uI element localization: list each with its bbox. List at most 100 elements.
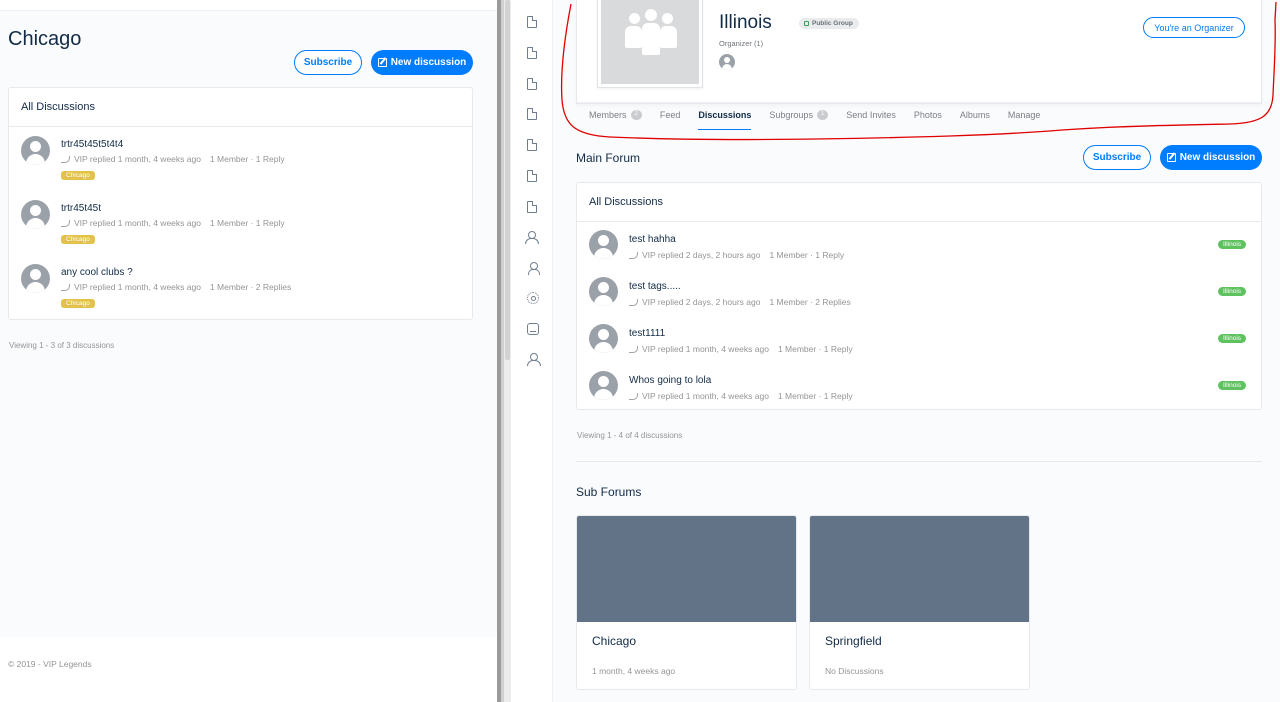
subscribe-button[interactable]: Subscribe (294, 50, 362, 75)
discussion-title[interactable]: trtr45t45t5t4t4 (61, 139, 123, 150)
left-pane: Chicago Subscribe New discussion All Dis… (0, 0, 497, 702)
document-icon[interactable] (527, 47, 537, 59)
avatar[interactable] (589, 324, 618, 353)
reply-info: VIP replied 2 days, 2 hours ago (642, 297, 761, 307)
reply-icon (61, 283, 70, 291)
user-icon[interactable] (527, 262, 540, 275)
inbox-icon[interactable] (527, 323, 539, 335)
pagination-info: Viewing 1 - 4 of 4 discussions (577, 431, 683, 440)
group-avatar[interactable] (597, 0, 703, 88)
discussion-title[interactable]: trtr45t45t (61, 203, 101, 214)
discussion-title[interactable]: test tags..... (629, 281, 681, 292)
reply-counts: 1 Member · 1 Reply (209, 154, 285, 164)
tab-subgroups[interactable]: Subgroups 1 (769, 103, 829, 130)
forum-tag[interactable]: Chicago (61, 235, 95, 244)
forum-tag[interactable]: Illinois (1218, 240, 1247, 249)
discussion-title[interactable]: any cool clubs ? (61, 267, 133, 278)
gear-icon[interactable] (527, 292, 539, 304)
reply-counts: 1 Member · 1 Reply (777, 344, 853, 354)
discussion-title[interactable]: Whos going to lola (629, 375, 711, 386)
tab-label: Members (589, 110, 627, 120)
tab-discussions[interactable]: Discussions (698, 103, 752, 130)
tab-feed[interactable]: Feed (660, 103, 681, 130)
main-forum-title: Main Forum (576, 151, 641, 165)
list-item[interactable]: trtr45t45t5t4t4 VIP replied 1 month, 4 w… (9, 127, 472, 191)
group-tabs: Members 2 Feed Discussions Subgroups 1 S… (577, 102, 1263, 130)
list-item[interactable]: Whos going to lola VIP replied 1 month, … (577, 363, 1261, 410)
list-item[interactable]: test1111 VIP replied 1 month, 4 weeks ag… (577, 316, 1261, 363)
group-people-icon (625, 7, 677, 55)
forum-tag[interactable]: Illinois (1218, 381, 1247, 390)
avatar[interactable] (21, 264, 50, 293)
new-discussion-button[interactable]: New discussion (371, 50, 473, 75)
reply-counts: 1 Member · 2 Replies (769, 297, 851, 307)
reply-counts: 1 Member · 2 Replies (209, 282, 292, 292)
organizer-button[interactable]: You're an Organizer (1143, 17, 1245, 38)
reply-info: VIP replied 1 month, 4 weeks ago (642, 344, 769, 354)
list-item[interactable]: test tags..... VIP replied 2 days, 2 hou… (577, 269, 1261, 316)
avatar[interactable] (589, 230, 618, 259)
subscribe-button[interactable]: Subscribe (1083, 145, 1151, 170)
list-item[interactable]: any cool clubs ? VIP replied 1 month, 4 … (9, 255, 472, 319)
new-discussion-button[interactable]: New discussion (1160, 145, 1262, 170)
tab-photos[interactable]: Photos (914, 103, 942, 130)
members-icon[interactable] (527, 353, 541, 366)
page-title: Chicago (8, 28, 82, 50)
reply-icon (629, 298, 638, 306)
reply-counts: 1 Member · 1 Reply (777, 391, 853, 401)
tab-count-badge: 2 (630, 110, 642, 120)
lock-icon (804, 21, 809, 26)
new-discussion-label: New discussion (390, 57, 467, 68)
forum-tag[interactable]: Illinois (1218, 334, 1247, 343)
sub-forum-cover[interactable] (577, 516, 796, 622)
tab-label: Discussions (698, 110, 752, 120)
sub-forum-cover[interactable] (810, 516, 1029, 622)
group-name: Illinois (719, 12, 772, 33)
document-icon[interactable] (527, 16, 537, 28)
document-icon[interactable] (527, 139, 537, 151)
groups-icon[interactable] (525, 231, 539, 244)
reply-counts: 1 Member · 1 Reply (769, 250, 845, 260)
sub-forum-name[interactable]: Springfield (825, 634, 882, 648)
list-item[interactable]: trtr45t45t VIP replied 1 month, 4 weeks … (9, 191, 472, 255)
discussion-list: All Discussions test hahha VIP replied 2… (576, 182, 1262, 410)
list-item[interactable]: test hahha VIP replied 2 days, 2 hours a… (577, 222, 1261, 269)
discussion-meta: VIP replied 1 month, 4 weeks ago 1 Membe… (629, 391, 853, 401)
discussion-title[interactable]: test hahha (629, 234, 676, 245)
tab-manage[interactable]: Manage (1008, 103, 1041, 130)
document-icon[interactable] (527, 201, 537, 213)
footer: © 2019 - VIP Legends (0, 637, 497, 702)
list-header: All Discussions (577, 183, 1261, 222)
organizer-label: Organizer (1) (719, 39, 764, 48)
organizer-avatar[interactable] (719, 54, 735, 70)
window-divider[interactable] (497, 0, 513, 702)
forum-tag[interactable]: Chicago (61, 299, 95, 308)
scrollbar-thumb[interactable] (505, 0, 510, 360)
tab-label: Feed (659, 110, 681, 120)
avatar[interactable] (21, 136, 50, 165)
new-discussion-label: New discussion (1179, 152, 1256, 163)
document-icon[interactable] (527, 170, 537, 182)
reply-icon (61, 219, 70, 227)
discussion-meta: VIP replied 1 month, 4 weeks ago 1 Membe… (61, 282, 291, 292)
sub-forum-card[interactable]: Chicago 1 month, 4 weeks ago (576, 515, 797, 690)
avatar[interactable] (21, 200, 50, 229)
avatar[interactable] (589, 371, 618, 400)
sub-forums-title: Sub Forums (576, 485, 642, 499)
sub-forum-name[interactable]: Chicago (592, 634, 636, 648)
reply-icon (61, 155, 70, 163)
forum-tag[interactable]: Chicago (61, 171, 95, 180)
sub-forum-card[interactable]: Springfield No Discussions (809, 515, 1030, 690)
tab-send-invites[interactable]: Send Invites (846, 103, 896, 130)
avatar[interactable] (589, 277, 618, 306)
document-icon[interactable] (527, 78, 537, 90)
tab-members[interactable]: Members 2 (589, 103, 642, 130)
discussion-list: All Discussions trtr45t45t5t4t4 VIP repl… (8, 87, 473, 320)
reply-info: VIP replied 1 month, 4 weeks ago (74, 282, 201, 292)
tab-albums[interactable]: Albums (960, 103, 990, 130)
forum-tag[interactable]: Illinois (1218, 287, 1247, 296)
reply-info: VIP replied 1 month, 4 weeks ago (74, 154, 201, 164)
discussion-title[interactable]: test1111 (629, 328, 665, 339)
reply-icon (629, 251, 638, 259)
document-icon[interactable] (527, 108, 537, 120)
